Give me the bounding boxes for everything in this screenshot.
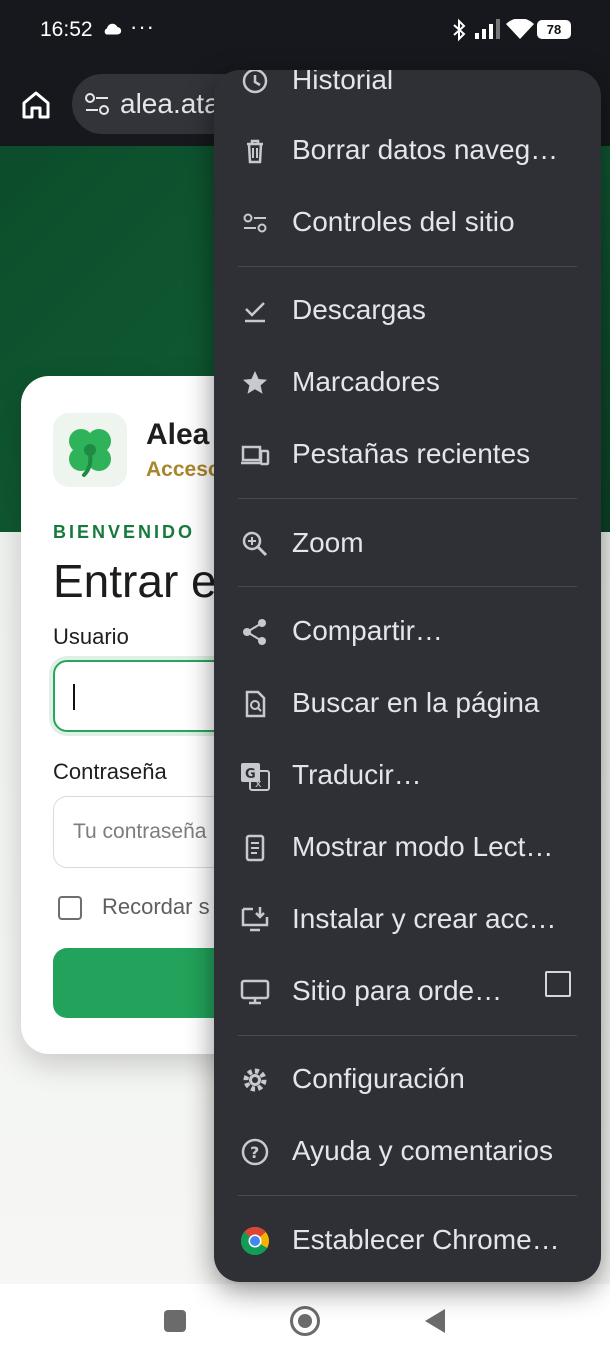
home-icon[interactable]: [18, 87, 54, 123]
menu-item-label: Historial: [292, 70, 394, 95]
tune-icon: [243, 213, 267, 233]
menu-item-site-controls[interactable]: Controles del sitio: [214, 192, 601, 252]
svg-text:?: ?: [250, 1143, 259, 1162]
download-done-icon: [245, 302, 265, 323]
signal-icon: [475, 19, 500, 39]
help-icon: ?: [241, 1138, 269, 1166]
menu-item-find-in-page[interactable]: Buscar en la página: [214, 673, 601, 733]
menu-item-history[interactable]: Historial: [214, 70, 601, 110]
translate-icon: Gx: [241, 763, 270, 791]
remember-checkbox[interactable]: [58, 896, 82, 920]
zoom-in-icon: [242, 531, 268, 557]
menu-item-label: Borrar datos naveg…: [292, 134, 559, 165]
chrome-icon: [240, 1226, 269, 1255]
menu-item-install-app[interactable]: Instalar y crear acc…: [214, 889, 601, 949]
login-title: Entrar e: [53, 555, 217, 607]
menu-item-share[interactable]: Compartir…: [214, 601, 601, 661]
menu-item-label: Marcadores: [292, 366, 440, 397]
recents-icon[interactable]: [164, 1310, 186, 1332]
menu-item-label: Sitio para orde…: [292, 975, 503, 1006]
menu-item-label: Instalar y crear acc…: [292, 903, 557, 934]
desktop-site-checkbox[interactable]: [545, 971, 571, 997]
menu-item-label: Buscar en la página: [292, 687, 540, 718]
menu-item-label: Pestañas recientes: [292, 438, 531, 469]
menu-item-clear-data[interactable]: Borrar datos naveg…: [214, 120, 601, 180]
desktop-icon: [240, 979, 270, 1005]
install-app-icon: [241, 907, 269, 932]
text-caret: [73, 684, 75, 710]
status-bar: 16:52 ··· 78: [0, 0, 610, 62]
menu-item-label: Mostrar modo Lect…: [292, 831, 554, 862]
menu-item-label: Zoom: [292, 527, 364, 558]
menu-item-label: Descargas: [292, 294, 426, 325]
menu-item-downloads[interactable]: Descargas: [214, 280, 601, 340]
menu-divider: [238, 1195, 577, 1196]
menu-item-help[interactable]: ? Ayuda y comentarios: [214, 1121, 601, 1181]
clover-icon: [69, 429, 111, 477]
menu-divider: [238, 586, 577, 587]
app-logo: [53, 413, 127, 487]
menu-divider: [238, 498, 577, 499]
menu-item-label: Ayuda y comentarios: [292, 1135, 553, 1166]
find-in-page-icon: [245, 690, 266, 718]
remember-label: Recordar s: [102, 894, 210, 919]
menu-item-reader-mode[interactable]: Mostrar modo Lect…: [214, 817, 601, 877]
back-icon[interactable]: [425, 1309, 445, 1333]
system-nav-bar: [0, 1284, 610, 1356]
svg-text:x: x: [255, 777, 262, 790]
app-name: Alea: [146, 418, 210, 451]
wifi-icon: [506, 19, 534, 39]
url-text: alea.ata: [120, 88, 220, 119]
username-label: Usuario: [53, 624, 129, 649]
menu-divider: [238, 1035, 577, 1036]
password-label: Contraseña: [53, 759, 167, 784]
menu-item-label: Establecer Chrome…: [292, 1224, 560, 1255]
menu-item-zoom[interactable]: Zoom: [214, 513, 601, 573]
menu-item-desktop-site[interactable]: Sitio para orde…: [214, 961, 601, 1021]
reader-mode-icon: [245, 834, 265, 862]
battery-icon: 78: [537, 20, 571, 39]
bluetooth-icon: [453, 18, 466, 42]
status-time: 16:52: [40, 18, 93, 41]
battery-level: 78: [546, 22, 562, 37]
menu-item-recent-tabs[interactable]: Pestañas recientes: [214, 424, 601, 484]
site-controls-icon[interactable]: [84, 92, 110, 116]
star-icon: [243, 371, 267, 394]
browser-overflow-menu: Historial Borrar datos naveg… Controles …: [214, 70, 601, 1282]
menu-item-settings[interactable]: Configuración: [214, 1049, 601, 1109]
welcome-eyebrow: BIENVENIDO: [53, 522, 196, 542]
cloud-icon: [104, 23, 122, 35]
status-overflow: ···: [130, 14, 155, 39]
menu-item-translate[interactable]: Gx Traducir…: [214, 745, 601, 805]
menu-item-label: Compartir…: [292, 615, 443, 646]
menu-item-bookmarks[interactable]: Marcadores: [214, 352, 601, 412]
menu-item-label: Controles del sitio: [292, 206, 515, 237]
settings-icon: [243, 1068, 267, 1092]
password-placeholder: Tu contraseña: [73, 820, 207, 843]
menu-item-label: Configuración: [292, 1063, 465, 1094]
share-icon: [243, 619, 266, 645]
trash-icon: [247, 139, 263, 164]
home-circle-icon[interactable]: [290, 1306, 320, 1336]
menu-divider: [238, 266, 577, 267]
menu-item-label: Traducir…: [292, 759, 422, 790]
devices-icon: [241, 445, 270, 466]
history-icon: [242, 70, 268, 94]
menu-item-set-default-browser[interactable]: Establecer Chrome…: [214, 1210, 601, 1270]
app-subtitle: Acceso: [146, 458, 221, 481]
